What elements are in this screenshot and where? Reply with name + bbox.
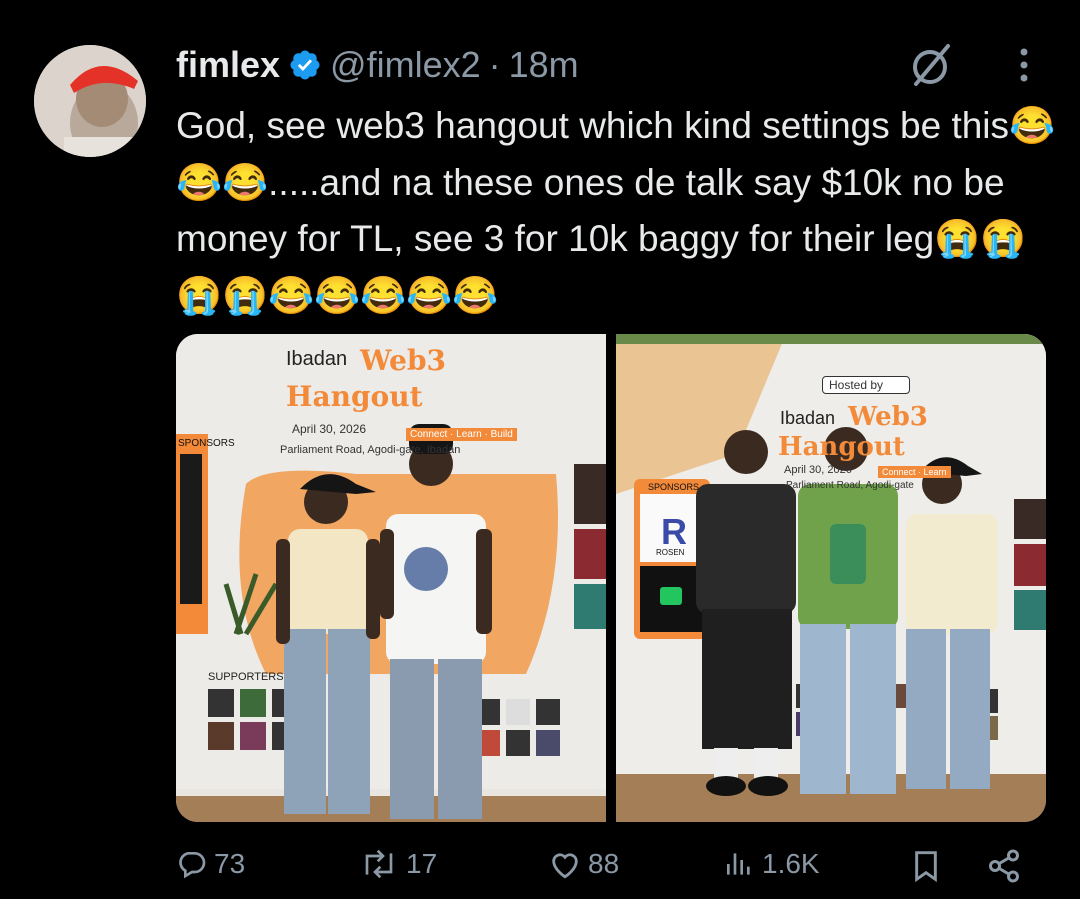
reply-count: 73 <box>214 848 246 879</box>
left-supporters-label: SUPPORTERS <box>208 671 284 683</box>
right-banner-city: Ibadan <box>780 408 836 428</box>
tweet-header: fimlex @fimlex2 · 18m <box>176 40 579 90</box>
grok-icon[interactable] <box>902 40 958 90</box>
repost-count: 17 <box>406 848 438 879</box>
reply-button[interactable]: 73 <box>176 848 245 880</box>
like-count: 88 <box>588 848 620 879</box>
author-handle[interactable]: @fimlex2 <box>330 44 481 86</box>
views-count: 1.6K <box>762 848 820 879</box>
right-sponsors-label: SPONSORS <box>648 482 700 492</box>
avatar-image <box>34 45 146 157</box>
photo-right[interactable]: R Hosted by Ibadan Web3 Hangout April 30… <box>616 334 1046 822</box>
left-banner-date: April 30, 2026 <box>292 422 367 436</box>
like-button[interactable]: 88 <box>548 848 619 880</box>
author-name[interactable]: fimlex <box>176 44 280 86</box>
media-grid: Ibadan Web3 Hangout April 30, 2026 Conne… <box>176 334 1046 822</box>
svg-text:R: R <box>661 511 687 552</box>
right-banner-date: April 30, 2026 <box>784 464 852 476</box>
avatar[interactable] <box>34 45 146 157</box>
left-banner-city: Ibadan <box>286 348 348 370</box>
left-banner-title-1: Web3 <box>360 344 447 377</box>
share-icon <box>989 849 1019 883</box>
verified-badge-icon <box>290 50 320 80</box>
repost-button[interactable]: 17 <box>358 848 437 880</box>
views-button[interactable]: 1.6K <box>722 848 820 880</box>
left-banner-location: Parliament Road, Agodi-gate, Ibadan <box>280 444 461 456</box>
action-bar: 73 17 88 1.6K <box>176 848 1046 898</box>
bookmark-icon <box>915 851 937 883</box>
more-icon[interactable] <box>1004 42 1044 88</box>
right-sponsor-2: BLOCKHUB <box>652 624 691 631</box>
photo-left[interactable]: Ibadan Web3 Hangout April 30, 2026 Conne… <box>176 334 606 822</box>
left-sponsors-label: SPONSORS <box>178 438 235 449</box>
right-banner-title-1: Web3 <box>848 402 928 432</box>
views-icon <box>727 853 750 875</box>
left-banner-title-2: Hangout <box>286 380 423 413</box>
right-hosted-by: Hosted by <box>822 376 911 394</box>
like-icon <box>552 853 578 879</box>
right-banner-location: Parliament Road, Agodi-gate <box>786 480 914 491</box>
right-banner-tagline: Connect · Learn <box>878 466 951 478</box>
separator-dot: · <box>488 44 501 85</box>
right-banner-title-2: Hangout <box>778 432 905 462</box>
tweet-time[interactable]: 18m <box>509 44 579 86</box>
left-banner-tagline: Connect · Learn · Build <box>406 428 517 441</box>
share-button[interactable] <box>986 848 1022 884</box>
right-sponsor-1: ROSEN <box>656 548 685 557</box>
reply-icon <box>179 852 206 879</box>
tweet-text: God, see web3 hangout which kind setting… <box>176 105 1056 316</box>
repost-icon <box>365 849 393 879</box>
bookmark-button[interactable] <box>910 848 942 884</box>
